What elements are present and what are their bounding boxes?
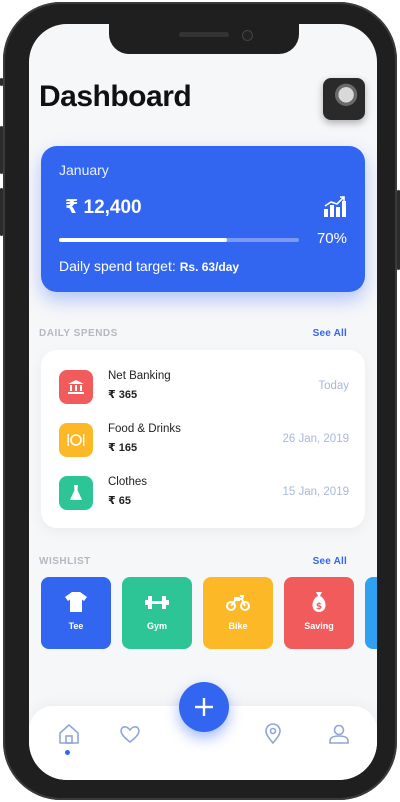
wishlist-label: Saving: [304, 621, 334, 631]
page-title: Dashboard: [39, 80, 192, 113]
daily-spends-header: DAILY SPENDS See All: [39, 328, 347, 339]
camera: [242, 30, 253, 41]
summary-amount: ₹ 12,400: [65, 197, 142, 218]
plus-icon: [195, 698, 213, 716]
wishlist-label: Gym: [146, 621, 167, 631]
volume-down-button: [0, 188, 3, 236]
add-button[interactable]: [179, 682, 229, 732]
daily-target: Daily spend target: Rs. 63/day: [59, 258, 239, 274]
dumbbell-icon: [145, 596, 169, 609]
food-icon: [59, 423, 93, 457]
spend-name: Clothes: [108, 476, 147, 488]
wishlist-item-bike[interactable]: Bike: [203, 577, 273, 649]
wishlist-label: Tee: [68, 621, 84, 631]
motorbike-icon: [226, 595, 250, 611]
phone-frame: Dashboard January ₹ 12,400 70% Daily spe…: [0, 2, 400, 800]
spend-name: Food & Drinks: [108, 423, 181, 435]
active-tab-indicator: [65, 750, 70, 755]
wishlist-carousel[interactable]: Tee Gym Bike $ Saving: [41, 577, 377, 649]
side-button: [0, 78, 3, 86]
home-icon[interactable]: [57, 722, 81, 746]
monthly-summary-card[interactable]: January ₹ 12,400 70% Daily spend target:…: [41, 146, 365, 292]
wishlist-item-gym[interactable]: Gym: [122, 577, 192, 649]
wishlist-see-all-link[interactable]: See All: [313, 556, 347, 567]
wishlist-header: WISHLIST See All: [39, 556, 347, 567]
spend-date: 15 Jan, 2019: [282, 486, 349, 498]
spend-amount: ₹ 65: [108, 495, 131, 507]
location-icon[interactable]: [261, 722, 285, 746]
list-item[interactable]: Food & Drinks ₹ 165 26 Jan, 2019: [59, 421, 349, 461]
daily-target-label: Daily spend target:: [59, 258, 176, 274]
spend-progress-fill: [59, 238, 227, 242]
money-bag-icon: $: [312, 592, 326, 612]
speaker: [179, 32, 229, 37]
spend-progress-label: 70%: [316, 230, 347, 247]
spend-date: 26 Jan, 2019: [282, 433, 349, 445]
tshirt-icon: [65, 592, 87, 612]
app-screen: Dashboard January ₹ 12,400 70% Daily spe…: [29, 24, 377, 780]
spend-date: Today: [318, 380, 349, 392]
daily-spends-heading: DAILY SPENDS: [39, 328, 118, 339]
wishlist-item-saving[interactable]: $ Saving: [284, 577, 354, 649]
daily-target-value: Rs. 63/day: [179, 260, 240, 274]
heart-icon[interactable]: [118, 722, 142, 746]
spend-amount: ₹ 365: [108, 389, 138, 401]
dress-icon: [59, 476, 93, 510]
spend-progress-bar: [59, 238, 299, 242]
spend-name: Net Banking: [108, 370, 171, 382]
wishlist-heading: WISHLIST: [39, 556, 91, 567]
notch: [109, 24, 299, 54]
daily-spends-see-all-link[interactable]: See All: [313, 328, 347, 339]
profile-icon[interactable]: [327, 722, 351, 746]
bar-chart-icon[interactable]: [323, 196, 347, 223]
daily-spends-list: Net Banking ₹ 365 Today Food & Drinks ₹ …: [41, 350, 365, 528]
wishlist-item-partial[interactable]: [365, 577, 377, 649]
volume-up-button: [0, 126, 3, 174]
bank-icon: [59, 370, 93, 404]
spend-amount: ₹ 165: [108, 442, 138, 454]
list-item[interactable]: Clothes ₹ 65 15 Jan, 2019: [59, 474, 349, 514]
wishlist-label: Bike: [228, 621, 248, 631]
wishlist-item-tee[interactable]: Tee: [41, 577, 111, 649]
summary-month: January: [59, 162, 109, 178]
svg-text:$: $: [316, 602, 322, 612]
list-item[interactable]: Net Banking ₹ 365 Today: [59, 368, 349, 408]
avatar[interactable]: [323, 78, 365, 120]
